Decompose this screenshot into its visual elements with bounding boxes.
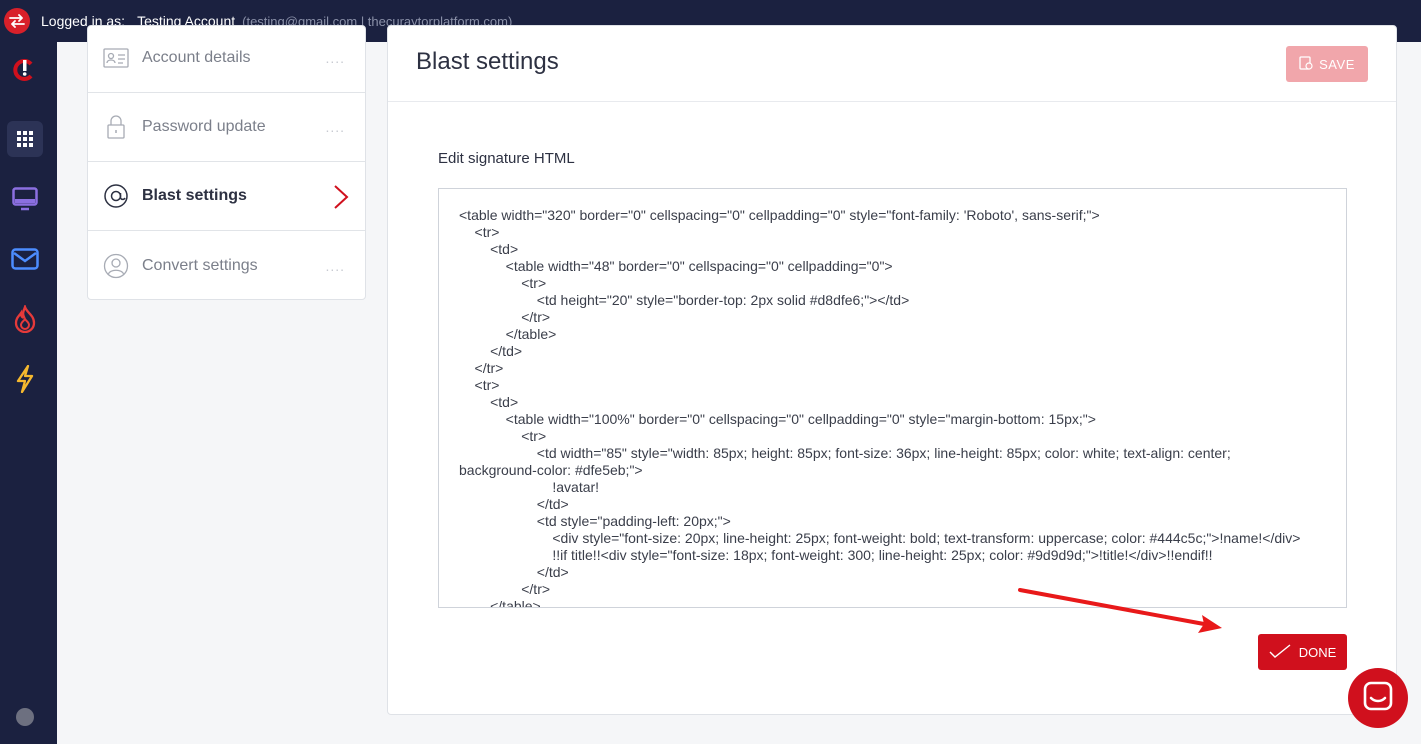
code-line: <table width="100%" border="0" cellspaci…	[459, 411, 1096, 427]
code-line: <tr>	[459, 377, 500, 393]
code-line: <tr>	[459, 224, 500, 240]
menu-label: Convert settings	[142, 256, 258, 274]
code-line: </td>	[459, 564, 569, 580]
page-title: Blast settings	[416, 48, 559, 75]
menu-item-password-update[interactable]: Password update ....	[88, 93, 365, 162]
at-icon	[102, 182, 130, 210]
menu-dots: ....	[325, 119, 345, 135]
code-line: !!if title!!<div style="font-size: 18px;…	[459, 547, 1213, 563]
left-navigation	[0, 42, 57, 744]
blast-settings-panel: Blast settings SAVE Edit signature HTML …	[387, 25, 1397, 715]
save-label: SAVE	[1319, 56, 1355, 72]
settings-menu: Account details .... Password update ...…	[87, 25, 366, 300]
code-line: <tr>	[459, 275, 547, 291]
menu-label: Account details	[142, 49, 251, 66]
annotation-arrow-icon	[1018, 588, 1222, 633]
menu-item-account-details[interactable]: Account details ....	[88, 24, 365, 93]
switch-account-icon[interactable]	[4, 8, 30, 34]
code-line: !avatar!	[459, 479, 600, 495]
code-line: </tr>	[459, 309, 551, 325]
code-line: </td>	[459, 343, 523, 359]
save-icon	[1299, 55, 1313, 73]
monitor-icon[interactable]	[7, 181, 43, 217]
menu-item-convert-settings[interactable]: Convert settings ....	[88, 231, 365, 300]
chevron-right-icon	[333, 184, 349, 215]
menu-label: Password update	[142, 118, 266, 135]
signature-html-label: Edit signature HTML	[438, 150, 575, 167]
mail-icon[interactable]	[7, 241, 43, 277]
code-line: </table>	[459, 326, 557, 342]
code-line: </tr>	[459, 360, 504, 376]
save-button[interactable]: SAVE	[1286, 46, 1368, 82]
user-circle-icon	[102, 252, 130, 280]
done-button[interactable]: DONE	[1258, 634, 1347, 670]
code-line: </td>	[459, 496, 569, 512]
bolt-icon[interactable]	[7, 361, 43, 397]
panel-header: Blast settings SAVE	[388, 26, 1396, 102]
menu-dots: ....	[325, 50, 345, 66]
lock-icon	[102, 113, 130, 141]
code-line: <td width="85" style="width: 85px; heigh…	[459, 445, 1231, 461]
code-line: <div style="font-size: 20px; line-height…	[459, 530, 1301, 546]
status-dot[interactable]	[16, 708, 34, 726]
code-line: <td style="padding-left: 20px;">	[459, 513, 731, 529]
logo-icon[interactable]	[7, 52, 43, 88]
flame-icon[interactable]	[7, 301, 43, 337]
code-line: <table width="48" border="0" cellspacing…	[459, 258, 893, 274]
id-card-icon	[102, 44, 130, 72]
chat-icon	[1363, 681, 1393, 716]
menu-label: Blast settings	[142, 187, 247, 204]
code-line: <td>	[459, 394, 519, 410]
done-label: DONE	[1298, 644, 1337, 660]
chat-button[interactable]	[1348, 668, 1408, 728]
menu-item-blast-settings[interactable]: Blast settings	[88, 162, 365, 231]
code-line: <td>	[459, 241, 519, 257]
code-line: <table width="320" border="0" cellspacin…	[459, 207, 1100, 223]
apps-grid-icon[interactable]	[7, 121, 43, 157]
signature-html-editor[interactable]: <table width="320" border="0" cellspacin…	[438, 188, 1347, 608]
code-line: <td height="20" style="border-top: 2px s…	[459, 292, 910, 308]
menu-dots: ....	[325, 257, 345, 274]
code-line: <tr>	[459, 428, 547, 444]
checkmark-icon	[1269, 643, 1291, 661]
code-line: background-color: #dfe5eb;">	[459, 462, 643, 478]
code-content: <table width="320" border="0" cellspacin…	[459, 207, 1301, 607]
